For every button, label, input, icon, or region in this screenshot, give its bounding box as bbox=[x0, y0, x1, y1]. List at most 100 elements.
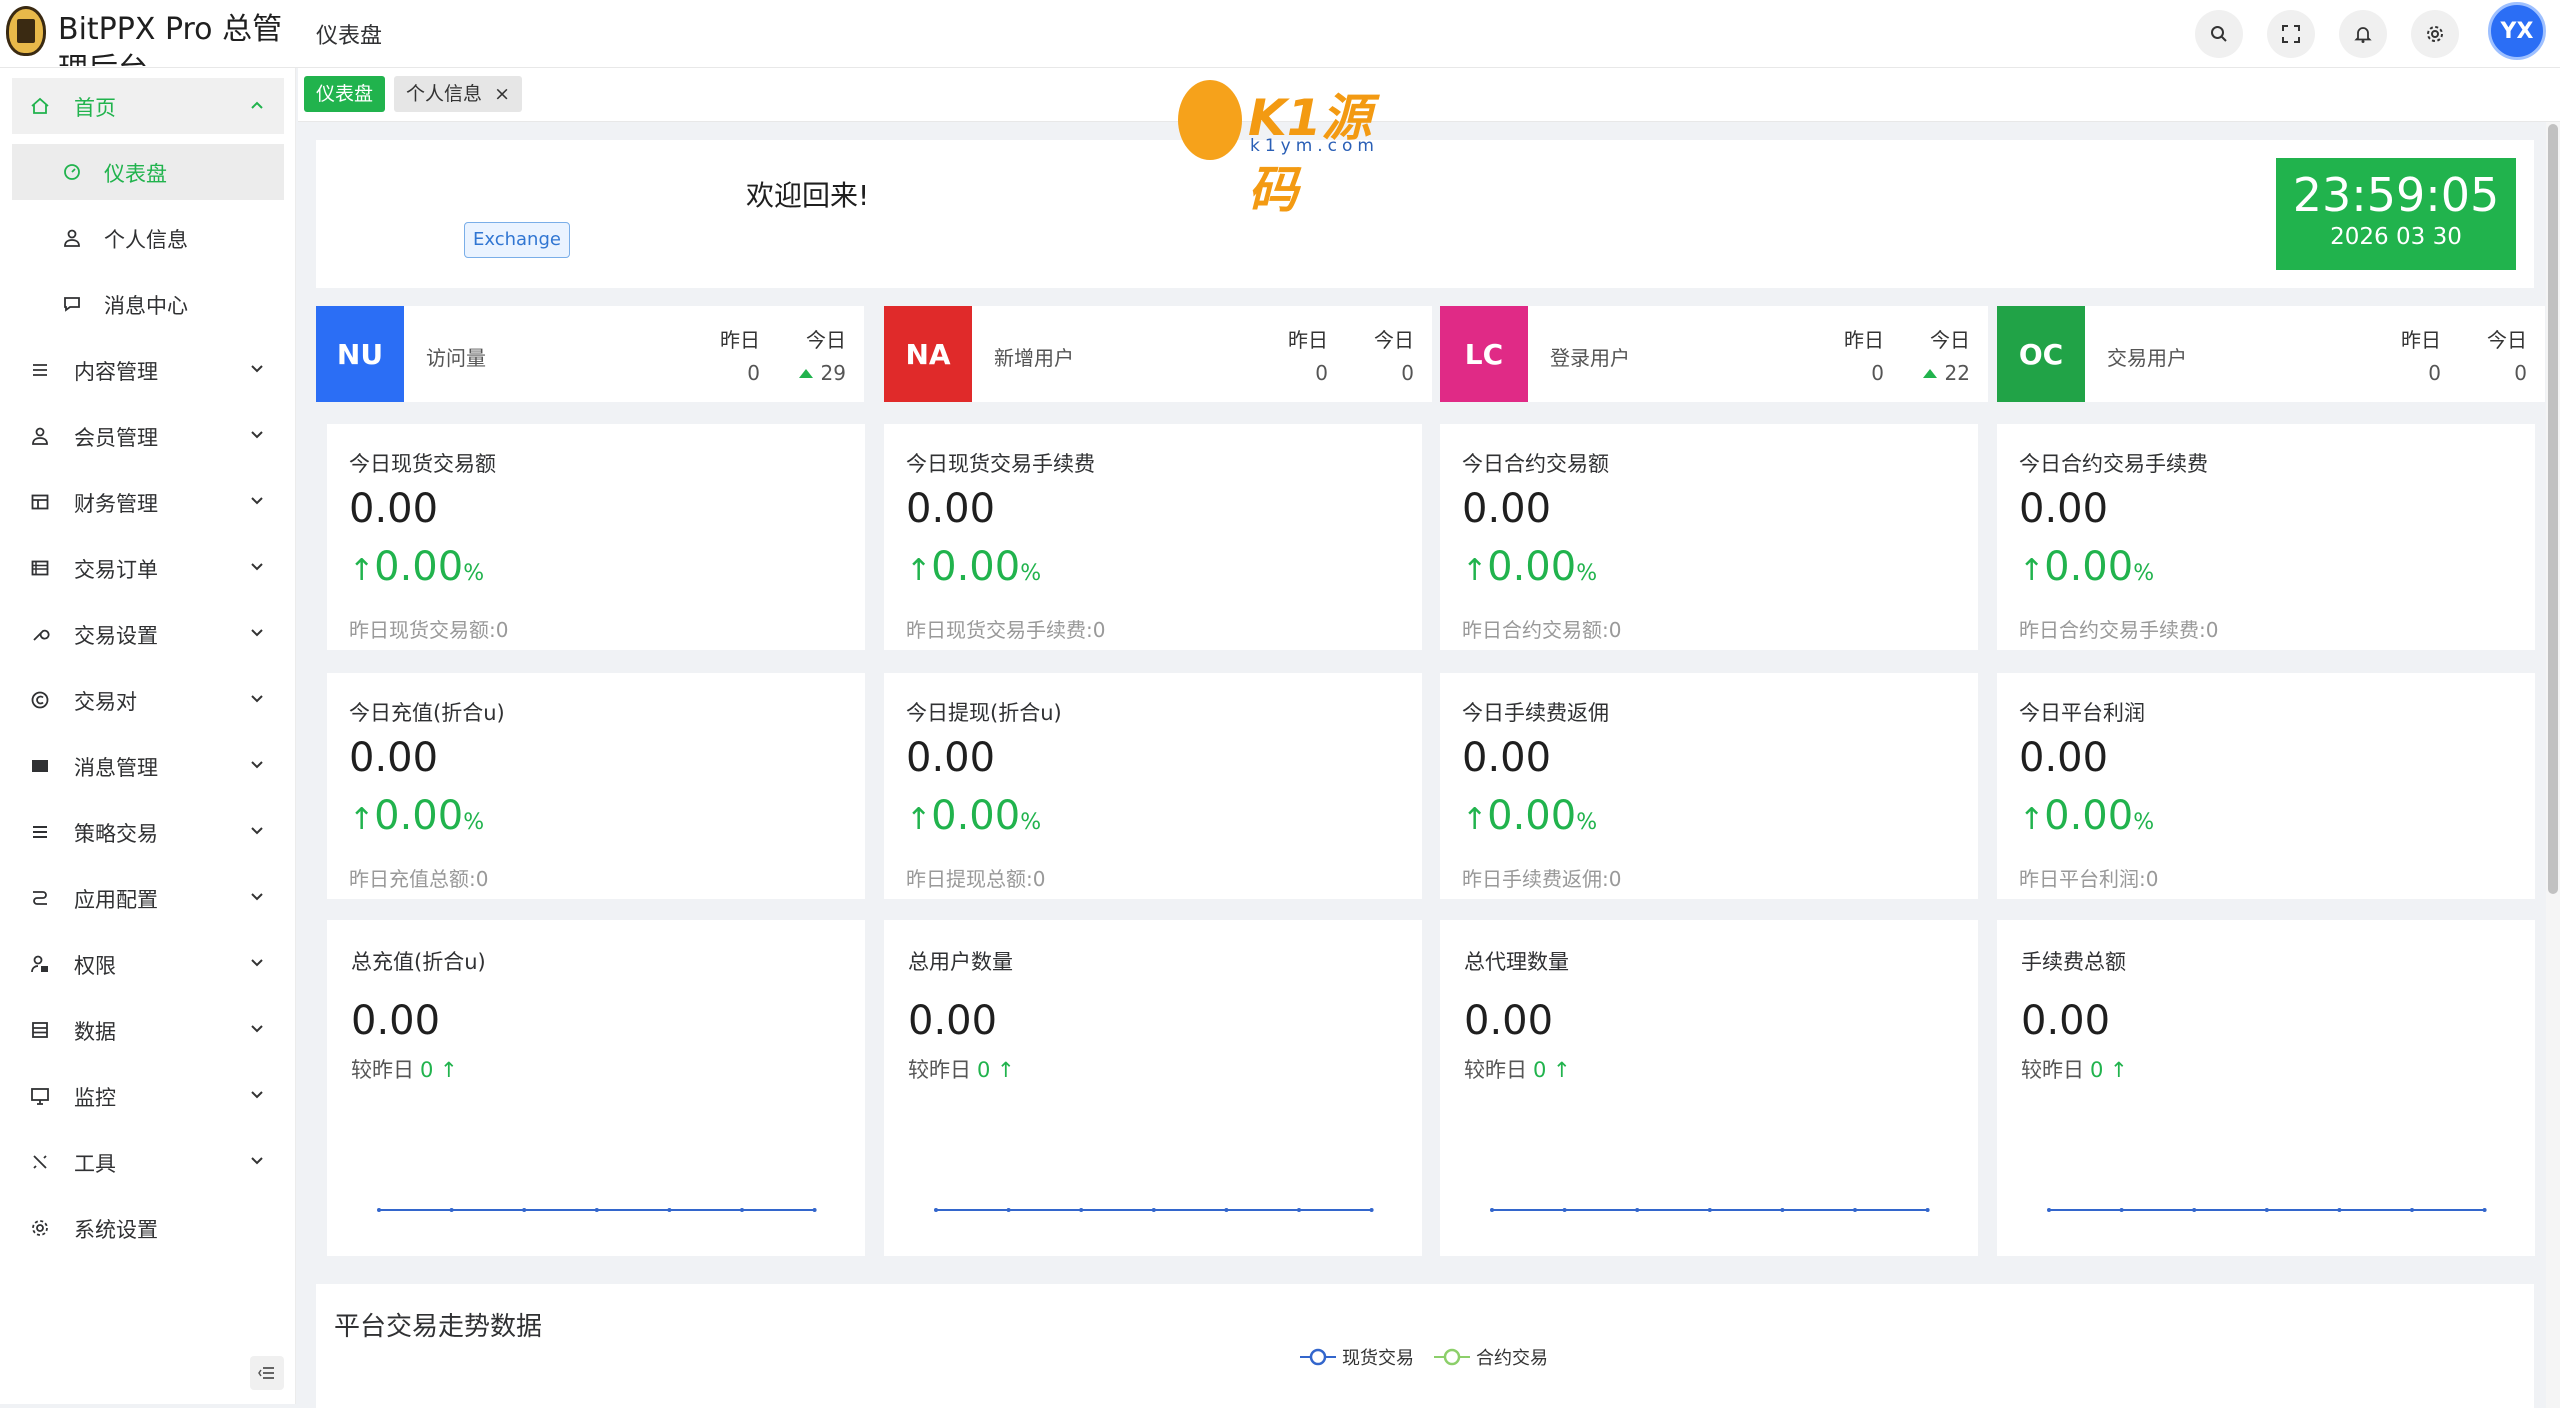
legend-contract[interactable]: 合约交易 bbox=[1434, 1344, 1548, 1370]
stat-today-number: 22 bbox=[1944, 361, 1970, 385]
sparkline-point bbox=[1151, 1208, 1156, 1212]
tab-profile-label: 个人信息 bbox=[406, 83, 483, 105]
notifications-button[interactable] bbox=[2339, 10, 2387, 58]
sidebar-item-3[interactable]: 消息中心 bbox=[12, 276, 284, 332]
metric-yesterday: 昨日合约交易手续费:0 bbox=[2019, 618, 2219, 642]
legend-spot[interactable]: 现货交易 bbox=[1300, 1344, 1414, 1370]
legend-contract-label: 合约交易 bbox=[1476, 1348, 1548, 1369]
sidebar-item-14[interactable]: 数据 bbox=[12, 1002, 284, 1058]
sidebar-item-1[interactable]: 仪表盘 bbox=[12, 144, 284, 200]
sidebar-item-label: 系统设置 bbox=[74, 1218, 158, 1242]
sidebar-item-label: 应用配置 bbox=[74, 888, 158, 912]
sidebar-item-15[interactable]: 监控 bbox=[12, 1068, 284, 1124]
sidebar-item-4[interactable]: 内容管理 bbox=[12, 342, 284, 398]
sidebar-item-11[interactable]: 策略交易 bbox=[12, 804, 284, 860]
sidebar-item-16[interactable]: 工具 bbox=[12, 1134, 284, 1190]
total-value: 0.00 bbox=[908, 998, 998, 1044]
sparkline-point bbox=[1635, 1208, 1640, 1212]
sidebar-item-label: 首页 bbox=[74, 96, 116, 120]
total-compare-number: 0 bbox=[977, 1058, 991, 1082]
metric-yesterday: 昨日充值总额:0 bbox=[349, 867, 489, 891]
sparkline-point bbox=[2337, 1208, 2342, 1212]
stat-yesterday-value: 0 bbox=[1315, 361, 1328, 385]
arrow-up-icon: ↑ bbox=[2019, 802, 2045, 837]
sidebar-item-8[interactable]: 交易设置 bbox=[12, 606, 284, 662]
arrow-up-icon: ↑ bbox=[990, 1058, 1015, 1082]
search-button[interactable] bbox=[2195, 10, 2243, 58]
stat-yesterday-value: 0 bbox=[2428, 361, 2441, 385]
sparkline-point bbox=[1925, 1208, 1930, 1212]
stat-card: NU 访问量 昨日 0 今日 29 bbox=[316, 306, 864, 402]
avatar[interactable]: YX bbox=[2488, 2, 2546, 60]
stat-today-value: 22 bbox=[1922, 361, 1970, 385]
tabs-bar: 仪表盘 个人信息 × bbox=[298, 68, 2560, 122]
metric-percent: ↑0.00% bbox=[1462, 544, 1597, 590]
metric-percent-unit: % bbox=[463, 561, 485, 586]
exchange-button[interactable]: Exchange bbox=[464, 222, 570, 258]
sidebar-item-10[interactable]: 消息管理 bbox=[12, 738, 284, 794]
metric-percent-value: 0.00 bbox=[1487, 793, 1577, 839]
total-compare-value: 0 ↑ bbox=[1533, 1058, 1571, 1082]
metric-yesterday: 昨日现货交易额:0 bbox=[349, 618, 509, 642]
sparkline-point bbox=[522, 1208, 527, 1212]
total-card: 总用户数量 0.00 较昨日 0 ↑ bbox=[884, 920, 1422, 1256]
sidebar-item-13[interactable]: 权限 bbox=[12, 936, 284, 992]
sparkline-point bbox=[934, 1208, 938, 1212]
metric-percent-value: 0.00 bbox=[2044, 793, 2134, 839]
metric-value: 0.00 bbox=[1462, 486, 1552, 532]
total-compare-value: 0 ↑ bbox=[2090, 1058, 2128, 1082]
stat-today-label: 今日 bbox=[1374, 328, 1414, 352]
tab-profile[interactable]: 个人信息 × bbox=[394, 76, 522, 112]
metric-value: 0.00 bbox=[1462, 735, 1552, 781]
stat-today-value: 29 bbox=[798, 361, 846, 385]
stat-yesterday-label: 昨日 bbox=[720, 328, 760, 352]
fullscreen-button[interactable] bbox=[2267, 10, 2315, 58]
metric-title: 今日提现(折合u) bbox=[906, 701, 1062, 725]
total-compare-label: 较昨日 bbox=[1464, 1058, 1527, 1082]
stat-name: 新增用户 bbox=[994, 346, 1074, 370]
total-value: 0.00 bbox=[2021, 998, 2111, 1044]
metric-percent-unit: % bbox=[2133, 561, 2155, 586]
sidebar-item-7[interactable]: 交易订单 bbox=[12, 540, 284, 596]
stat-card: NA 新增用户 昨日 0 今日 0 bbox=[884, 306, 1432, 402]
sidebar-item-9[interactable]: 交易对 bbox=[12, 672, 284, 728]
app-title: BitPPX Pro 总管理后台 bbox=[58, 12, 283, 66]
trend-panel: 平台交易走势数据 现货交易 合约交易 bbox=[316, 1284, 2534, 1408]
metric-card: 今日合约交易手续费 0.00 ↑0.00% 昨日合约交易手续费:0 bbox=[1997, 424, 2535, 650]
metric-yesterday: 昨日提现总额:0 bbox=[906, 867, 1046, 891]
tab-dashboard[interactable]: 仪表盘 bbox=[304, 76, 386, 112]
arrow-up-icon: ↑ bbox=[349, 553, 375, 588]
legend-contract-marker bbox=[1434, 1348, 1470, 1366]
sidebar-item-6[interactable]: 财务管理 bbox=[12, 474, 284, 530]
sidebar-item-label: 内容管理 bbox=[74, 360, 158, 384]
tool-icon bbox=[30, 1152, 50, 1172]
sidebar-item-label: 财务管理 bbox=[74, 492, 158, 516]
total-compare: 较昨日 0 ↑ bbox=[1464, 1054, 1571, 1084]
stat-name: 交易用户 bbox=[2107, 346, 2187, 370]
sidebar-item-0[interactable]: 首页 bbox=[12, 78, 284, 134]
sidebar-item-17[interactable]: 系统设置 bbox=[12, 1200, 284, 1256]
home-icon bbox=[30, 96, 50, 116]
scrollbar-thumb[interactable] bbox=[2548, 124, 2558, 894]
copyright-icon bbox=[30, 690, 50, 710]
total-value: 0.00 bbox=[351, 998, 441, 1044]
sidebar-item-12[interactable]: 应用配置 bbox=[12, 870, 284, 926]
metric-percent-unit: % bbox=[2133, 810, 2155, 835]
chevron-up-icon bbox=[246, 94, 268, 116]
metric-title: 今日充值(折合u) bbox=[349, 701, 505, 725]
chevron-down-icon bbox=[246, 622, 268, 644]
collapse-sidebar-button[interactable] bbox=[250, 1356, 284, 1390]
sidebar-item-2[interactable]: 个人信息 bbox=[12, 210, 284, 266]
close-icon[interactable]: × bbox=[494, 83, 510, 105]
metric-yesterday: 昨日手续费返佣:0 bbox=[1462, 867, 1622, 891]
metric-title: 今日现货交易手续费 bbox=[906, 452, 1095, 476]
metric-percent: ↑0.00% bbox=[906, 793, 1041, 839]
metric-percent-unit: % bbox=[1576, 810, 1598, 835]
sidebar-item-5[interactable]: 会员管理 bbox=[12, 408, 284, 464]
metric-value: 0.00 bbox=[906, 486, 996, 532]
stat-badge: LC bbox=[1440, 306, 1528, 402]
metric-card: 今日提现(折合u) 0.00 ↑0.00% 昨日提现总额:0 bbox=[884, 673, 1422, 899]
settings-button[interactable] bbox=[2411, 10, 2459, 58]
stat-today-value: 0 bbox=[2487, 361, 2527, 385]
stat-today: 今日 29 bbox=[798, 324, 846, 385]
